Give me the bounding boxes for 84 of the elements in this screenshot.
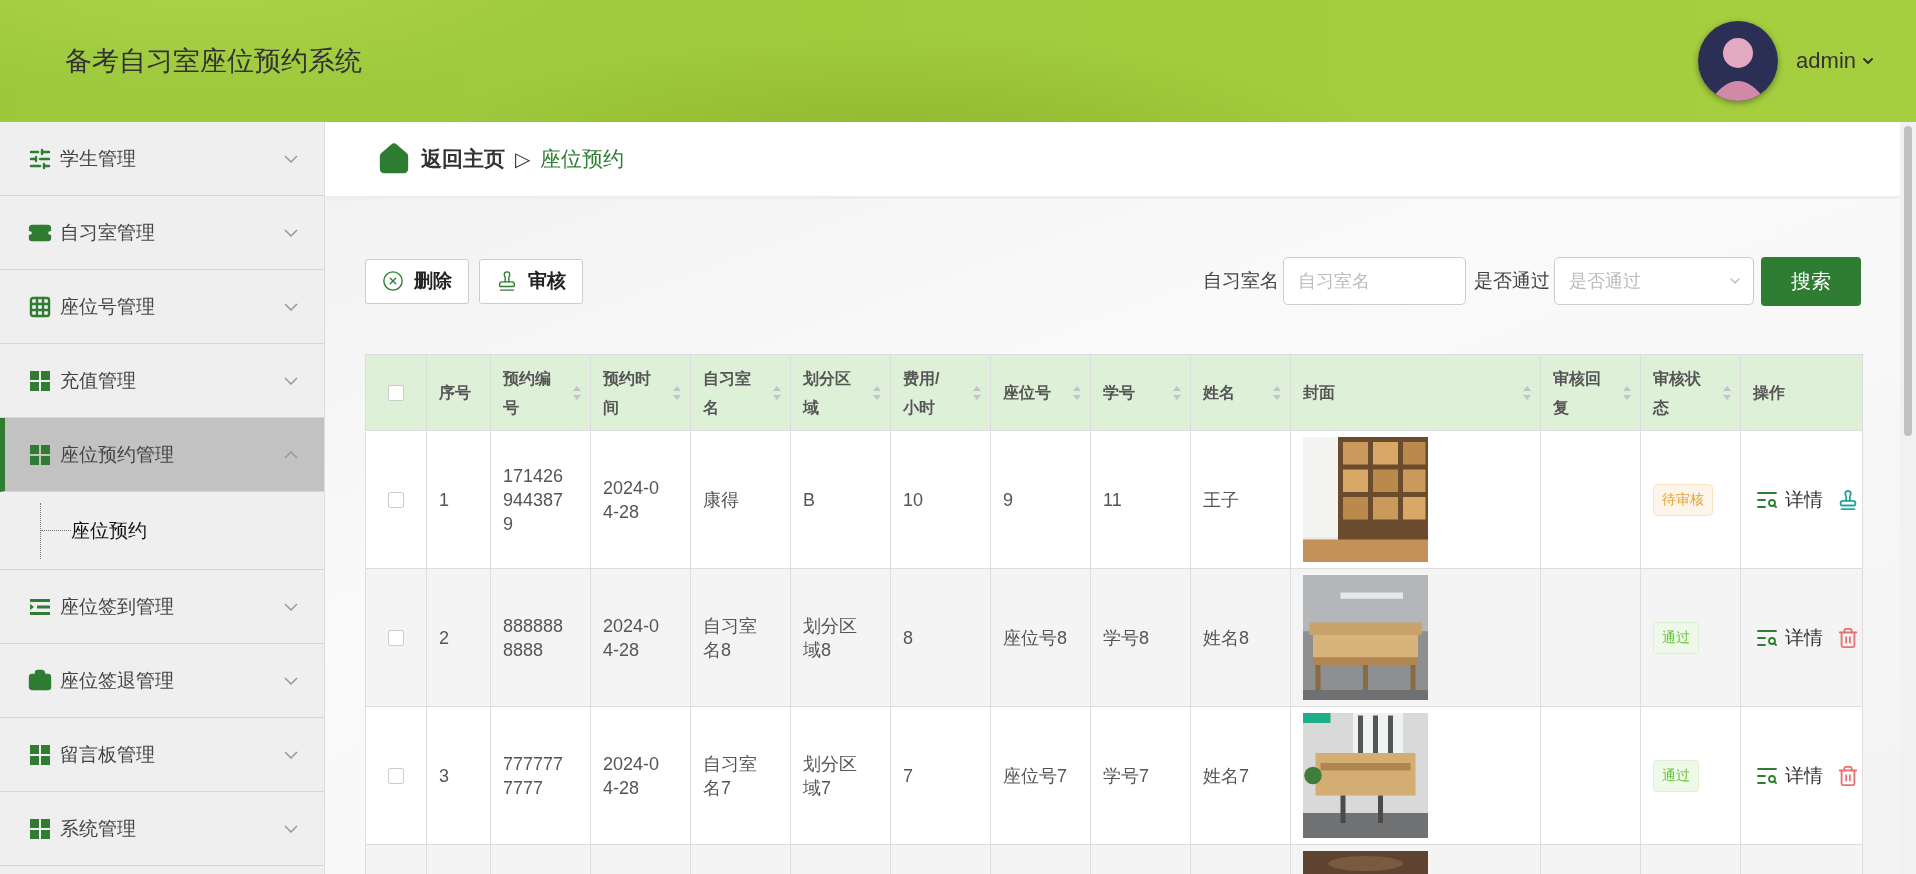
sort-icon[interactable] — [1622, 384, 1632, 401]
status-badge: 待审核 — [1653, 483, 1713, 516]
sort-icon[interactable] — [1522, 384, 1532, 401]
breadcrumb-separator: ▷ — [515, 147, 531, 171]
table-cell-text: 7 — [903, 764, 913, 788]
table-cell-text: 1714269443879 — [503, 464, 565, 536]
table-cell-text: 2024-04-28 — [603, 476, 661, 524]
table-cell-text: 1 — [439, 488, 449, 512]
status-badge: 通过 — [1653, 759, 1699, 792]
table-cell-text: 9 — [1003, 488, 1013, 512]
breadcrumb-current: 座位预约 — [540, 146, 625, 172]
sort-icon[interactable] — [972, 384, 982, 401]
table-cell-text: 2024-04-28 — [603, 614, 661, 662]
table-cell-text: 姓名8 — [1203, 626, 1249, 650]
table-cell-text: 自习室名8 — [703, 614, 758, 662]
table-cell-text: B — [803, 488, 815, 512]
stamp-icon — [496, 270, 518, 292]
sort-icon[interactable] — [1272, 384, 1282, 401]
sort-icon[interactable] — [872, 384, 882, 401]
sort-icon[interactable] — [1172, 384, 1182, 401]
sort-icon[interactable] — [772, 384, 782, 401]
table-cell-text: 8888888888 — [503, 614, 565, 662]
stamp-icon[interactable] — [1837, 488, 1859, 511]
room-name-field[interactable]: 自习室名 — [1283, 257, 1466, 305]
squares-icon — [28, 442, 52, 467]
table-cell-text: 学号8 — [1103, 626, 1149, 650]
squares-icon — [28, 368, 52, 393]
chevron-down-icon — [284, 676, 298, 685]
table-cell-text: 座位号8 — [1003, 626, 1067, 650]
chevron-up-icon — [284, 450, 298, 459]
sidebar-subitem[interactable]: 座位预约 — [71, 517, 147, 544]
squares-icon — [28, 816, 52, 841]
table-cell-text: 划分区域8 — [803, 614, 858, 662]
table-cell-text: 自习室名7 — [703, 752, 758, 800]
row-checkbox[interactable] — [388, 491, 404, 508]
sort-icon[interactable] — [572, 384, 582, 401]
table-cell-text: 王子 — [1203, 488, 1239, 512]
table-cell-text: 康得 — [703, 488, 739, 512]
sort-icon[interactable] — [1722, 384, 1732, 401]
detail-link[interactable]: 详情 — [1755, 762, 1823, 789]
table-cell-text: 11 — [1103, 488, 1122, 512]
table-cell-text: 3 — [439, 764, 449, 788]
select-all-checkbox[interactable] — [388, 384, 404, 401]
table-cell-text: 2024-04-28 — [603, 752, 661, 800]
table-cell-text: 2 — [439, 626, 449, 650]
home-icon — [377, 142, 411, 176]
chevron-down-icon — [284, 154, 298, 163]
chevron-down-icon — [284, 302, 298, 311]
table-cell-text: 划分区域7 — [803, 752, 858, 800]
row-checkbox[interactable] — [388, 629, 404, 646]
filter-label: 是否通过 — [1474, 269, 1550, 293]
briefcase-icon — [28, 668, 52, 693]
app-title: 备考自习室座位预约系统 — [65, 45, 362, 78]
filter-label: 自习室名 — [1203, 269, 1279, 293]
close-icon — [382, 270, 404, 292]
sort-icon[interactable] — [1072, 384, 1082, 401]
row-checkbox[interactable] — [388, 767, 404, 784]
audit-button[interactable]: 审核 — [479, 258, 583, 304]
sidebar-item[interactable]: 座位预约管理 — [0, 418, 324, 492]
home-link[interactable]: 返回主页 — [421, 145, 505, 173]
chevron-down-icon — [284, 824, 298, 833]
table-cell-text: 姓名7 — [1203, 764, 1249, 788]
detail-link[interactable]: 详情 — [1755, 486, 1823, 513]
table-cell-text: 10 — [903, 488, 924, 512]
grid-icon — [28, 294, 52, 319]
sliders-icon — [28, 146, 52, 171]
chevron-down-icon — [284, 750, 298, 759]
table-cell-text: 座位号7 — [1003, 764, 1067, 788]
sort-icon[interactable] — [672, 384, 682, 401]
delete-button[interactable]: 删除 — [365, 258, 469, 304]
avatar[interactable] — [1698, 21, 1779, 101]
chevron-down-icon — [284, 376, 298, 385]
search-button[interactable]: 搜索 — [1761, 256, 1861, 306]
squares-icon — [28, 742, 52, 767]
detail-link[interactable]: 详情 — [1755, 624, 1823, 651]
table-cell-text: 7777777777 — [503, 752, 565, 800]
user-menu[interactable]: admin — [1796, 48, 1876, 74]
delete-icon[interactable] — [1837, 764, 1859, 787]
chevron-down-icon — [284, 602, 298, 611]
table-cell-text: 8 — [903, 626, 913, 650]
table-cell-text: 学号7 — [1103, 764, 1149, 788]
chevron-down-icon — [284, 228, 298, 237]
delete-icon[interactable] — [1837, 626, 1859, 649]
status-badge: 通过 — [1653, 621, 1699, 654]
